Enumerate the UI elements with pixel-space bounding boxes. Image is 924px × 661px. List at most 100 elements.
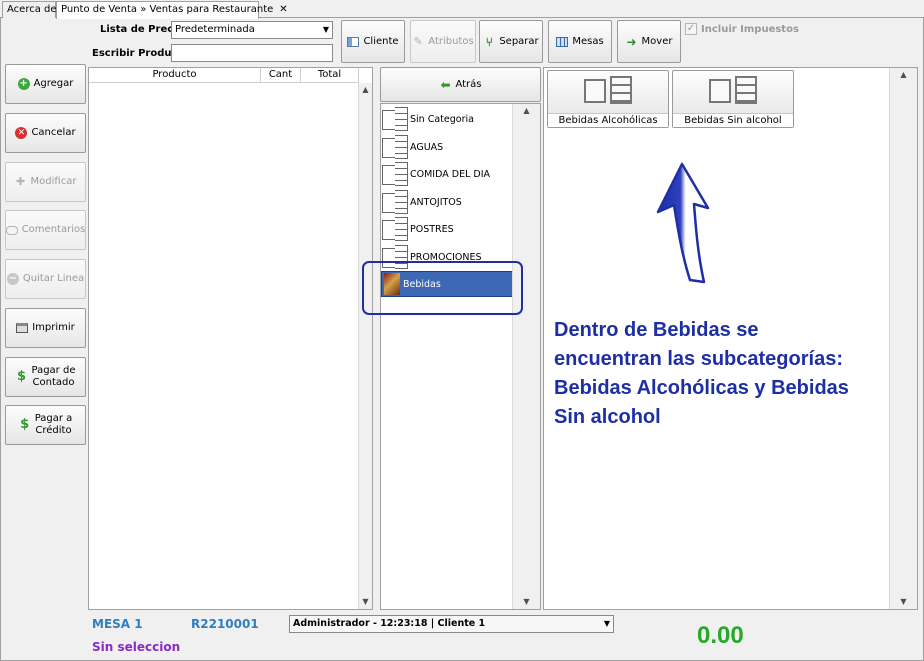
dollar-icon: $ <box>16 369 27 384</box>
subcategory-label: Bebidas Alcohólicas <box>548 113 668 127</box>
tab-acerca-de[interactable]: Acerca de <box>2 1 57 18</box>
user-client-select[interactable]: Administrador - 12:23:18 | Cliente 1 ▼ <box>289 615 614 633</box>
scroll-up-icon[interactable]: ▲ <box>890 68 917 82</box>
scroll-down-icon[interactable]: ▼ <box>359 595 372 609</box>
comentarios-button[interactable]: Comentarios <box>5 210 86 250</box>
category-item[interactable]: COMIDA DEL DIA <box>381 161 513 187</box>
quitar-linea-button-label: Quitar Linea <box>22 273 85 284</box>
cancelar-button-label: Cancelar <box>31 127 76 138</box>
puzzle-icon: ✚ <box>15 175 26 188</box>
comentarios-button-label: Comentarios <box>21 224 86 235</box>
category-item[interactable]: AGUAS <box>381 134 513 160</box>
pagar-contado-line2: Contado <box>32 377 75 388</box>
atras-button[interactable]: ⬅ Atrás <box>380 67 541 102</box>
category-thumbnail-icon <box>382 107 408 131</box>
category-item-label: POSTRES <box>410 223 454 235</box>
quitar-linea-button[interactable]: − Quitar Linea <box>5 259 86 299</box>
imprimir-button[interactable]: Imprimir <box>5 308 86 348</box>
cliente-button[interactable]: Cliente <box>341 20 405 63</box>
cancelar-button[interactable]: ✕ Cancelar <box>5 113 86 153</box>
grid-header-total[interactable]: Total <box>301 68 359 83</box>
category-item[interactable]: POSTRES <box>381 216 513 242</box>
chevron-down-icon: ▼ <box>322 25 329 34</box>
category-item-label: COMIDA DEL DIA <box>410 168 491 180</box>
cancel-circle-icon: ✕ <box>15 127 28 139</box>
grid-header-cant[interactable]: Cant <box>261 68 301 83</box>
pagar-contado-button[interactable]: $ Pagar de Contado <box>5 357 86 397</box>
subcategory-button-alcoholicas[interactable]: Bebidas Alcohólicas <box>547 70 669 128</box>
pagar-credito-line1: Pagar a <box>34 413 73 424</box>
cliente-button-label: Cliente <box>363 35 399 47</box>
pagar-credito-label: Pagar a Crédito <box>35 413 73 437</box>
product-input[interactable] <box>171 44 333 62</box>
category-thumbnail-icon <box>382 217 408 241</box>
tab-punto-de-venta[interactable]: Punto de Venta » Ventas para Restaurante… <box>56 1 288 19</box>
imprimir-button-label: Imprimir <box>32 322 75 333</box>
order-grid[interactable]: Producto Cant Total ▲ ▼ <box>88 67 373 610</box>
user-client-value: Administrador - 12:23:18 | Cliente 1 <box>293 618 486 629</box>
incluir-impuestos-label: Incluir Impuestos <box>701 24 799 35</box>
mover-button[interactable]: ➜ Mover <box>617 20 681 63</box>
client-card-icon <box>347 36 360 47</box>
pagar-credito-button[interactable]: $ Pagar a Crédito <box>5 405 86 445</box>
category-item-label: AGUAS <box>410 141 444 153</box>
modificar-button[interactable]: ✚ Modificar <box>5 162 86 202</box>
mover-button-label: Mover <box>641 35 673 47</box>
category-item[interactable]: ANTOJITOS <box>381 189 513 215</box>
modificar-button-label: Modificar <box>30 176 77 187</box>
grid-header-producto[interactable]: Producto <box>89 68 261 83</box>
category-list[interactable]: Sin Categoria AGUAS COMIDA DEL DIA ANTOJ… <box>380 103 541 610</box>
category-thumbnail-icon <box>382 190 408 214</box>
tab-acerca-de-label: Acerca de <box>7 4 57 15</box>
scroll-up-icon[interactable]: ▲ <box>359 83 372 97</box>
category-list-scrollbar[interactable]: ▲ ▼ <box>512 104 540 609</box>
atributos-button[interactable]: ✎ Atributos <box>410 20 476 63</box>
table-grid-icon <box>556 36 569 47</box>
chevron-down-icon: ▼ <box>603 619 610 628</box>
incluir-impuestos-checkbox[interactable]: ✓ <box>685 23 697 35</box>
pagar-credito-line2: Crédito <box>35 425 72 436</box>
subcategory-thumbnail-icon <box>709 76 759 106</box>
split-icon: ⑂ <box>485 34 493 49</box>
mesa-label: MESA 1 <box>92 617 143 631</box>
scroll-down-icon[interactable]: ▼ <box>513 595 540 609</box>
pagar-contado-line1: Pagar de <box>31 365 76 376</box>
annotation-line: Bebidas Alcohólicas y Bebidas <box>554 377 849 399</box>
annotation-line: encuentran las subcategorías: <box>554 348 843 370</box>
selection-status: Sin seleccion <box>92 640 181 654</box>
price-list-value: Predeterminada <box>175 24 255 35</box>
dollar-icon: $ <box>20 417 30 432</box>
agregar-button[interactable]: + Agregar <box>5 64 86 104</box>
back-arrow-icon: ⬅ <box>440 77 451 92</box>
category-thumbnail-icon <box>382 162 408 186</box>
scroll-up-icon[interactable]: ▲ <box>513 104 540 118</box>
printer-icon <box>16 323 29 333</box>
agregar-button-label: Agregar <box>33 78 74 89</box>
separar-button[interactable]: ⑂ Separar <box>479 20 543 63</box>
pagar-contado-label: Pagar de Contado <box>32 365 76 389</box>
category-item-label: Sin Categoria <box>410 113 474 125</box>
scroll-down-icon[interactable]: ▼ <box>890 595 917 609</box>
annotation-text: Dentro de Bebidas se encuentran las subc… <box>554 316 874 432</box>
subcategory-button-sin-alcohol[interactable]: Bebidas Sin alcohol <box>672 70 794 128</box>
comment-icon <box>5 225 18 235</box>
close-icon[interactable]: ✕ <box>279 4 287 15</box>
annotation-line: Sin alcohol <box>554 406 661 428</box>
selection-highlight <box>362 261 523 315</box>
mesas-button-label: Mesas <box>572 35 604 47</box>
order-grid-scrollbar[interactable]: ▲ ▼ <box>358 83 372 609</box>
tag-icon: ✎ <box>413 34 423 48</box>
price-list-select[interactable]: Predeterminada ▼ <box>171 21 333 39</box>
total-amount: 0.00 <box>697 622 744 649</box>
move-arrow-icon: ➜ <box>626 34 637 49</box>
subcategory-scrollbar[interactable]: ▲ ▼ <box>889 68 917 609</box>
mesas-button[interactable]: Mesas <box>548 20 612 63</box>
tab-punto-de-venta-label: Punto de Venta » Ventas para Restaurante <box>61 4 274 15</box>
separar-button-label: Separar <box>499 35 539 47</box>
subcategory-thumbnail-icon <box>584 76 634 106</box>
category-thumbnail-icon <box>382 135 408 159</box>
category-item[interactable]: Sin Categoria <box>381 106 513 132</box>
category-item-label: ANTOJITOS <box>410 196 462 208</box>
ticket-number: R2210001 <box>191 617 259 631</box>
minus-circle-icon: − <box>6 273 19 285</box>
